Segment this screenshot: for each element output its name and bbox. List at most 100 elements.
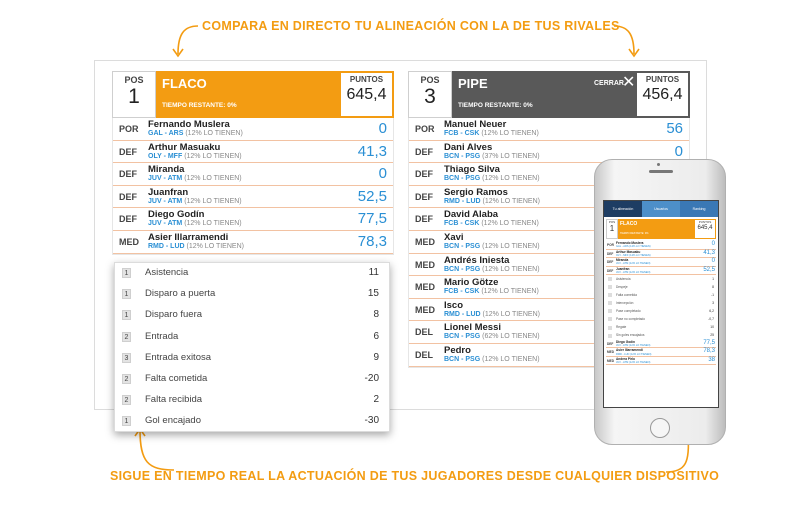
phone-stats-list: Asistencia 1 Despeje 8 Falta cometida -1 Inter… <box>604 275 718 340</box>
player-match-teams: BCN - PSG <box>444 152 481 160</box>
tab-tu-alineacion[interactable]: Tu alineación <box>604 201 642 217</box>
player-subline: GAL - ARS (12% LO TIENEN) <box>148 130 243 137</box>
phone-player-row[interactable]: DEF Arthur Masuaku OLY - MFF (12% LO TIENE… <box>606 249 716 258</box>
player-subline: FCB - CSK (12% LO TIENEN) <box>444 220 539 227</box>
player-match-teams: RMD - LUD <box>148 242 185 250</box>
phone-stat-name: Pase completado <box>616 308 641 313</box>
tab-ranking[interactable]: Ranking <box>680 201 718 217</box>
player-row[interactable]: DEF Diego Godín JUV - ATM (12% LO TIENEN) 7… <box>113 208 393 231</box>
player-position: DEF <box>119 146 137 157</box>
player-match-teams: JUV - ATM <box>148 197 183 205</box>
position-number: 3 <box>424 85 436 108</box>
time-remaining: TIEMPO RESTANTE: 0% <box>162 102 237 109</box>
player-position: DEF <box>415 169 433 180</box>
phone-player-row[interactable]: DEF Diego Godín JUV - ATM (12% LO TIENEN) 7… <box>606 340 716 349</box>
player-row[interactable]: POR Fernando Muslera GAL - ARS (12% LO TIE… <box>113 118 393 141</box>
player-points: 78,3 <box>357 232 387 250</box>
close-icon[interactable]: ✕ <box>622 75 635 91</box>
player-ownership: (12% LO TIENEN) <box>186 242 244 250</box>
phone-stat-row: Pase no completado -0,7 <box>606 315 716 323</box>
phone-stat-row: Asistencia 1 <box>606 275 716 283</box>
phone-stat-quantity-box <box>608 285 612 290</box>
points-label: PUNTOS <box>349 75 384 84</box>
player-match-teams: BCN - PSG <box>444 333 481 341</box>
player-row[interactable]: DEF Miranda JUV - ATM (12% LO TIENEN) 0 <box>113 163 393 186</box>
stat-value: 2 <box>373 394 379 406</box>
points-box: PUNTOS 456,4 <box>637 73 688 116</box>
player-match-teams: BCN - PSG <box>444 355 481 363</box>
phone-stat-quantity-box <box>608 325 612 330</box>
phone-stat-value: 10 <box>710 325 714 330</box>
player-position: MED <box>415 259 435 270</box>
stat-quantity: 1 <box>122 310 131 321</box>
camera-icon <box>657 163 660 166</box>
stat-name: Falta cometida <box>145 372 208 384</box>
player-ownership: (12% LO TIENEN) <box>184 220 242 228</box>
phone-player-points: 0 <box>711 258 715 264</box>
curved-arrow-right-icon <box>613 25 640 58</box>
player-points: 52,5 <box>357 187 387 205</box>
player-position: DEF <box>119 191 137 202</box>
player-points: 56 <box>666 120 683 137</box>
phone-player-position: DEF <box>607 260 614 264</box>
player-position: DEL <box>415 349 433 360</box>
player-name: Diego Godín <box>148 209 205 221</box>
phone-player-row[interactable]: MED Asier Illarramendi RMD - LUD (12% LO T… <box>606 348 716 357</box>
stat-quantity: 2 <box>122 395 131 406</box>
phone-player-position: MED <box>607 350 615 355</box>
stat-row: 1 Asistencia 11 <box>115 263 389 284</box>
player-subline: BCN - PSG (12% LO TIENEN) <box>444 266 540 273</box>
player-row[interactable]: POR Manuel Neuer FCB - CSK (12% LO TIENEN)… <box>409 118 689 141</box>
player-points: 0 <box>674 142 683 160</box>
phone-player-name: Arthur Masuaku <box>616 249 641 254</box>
phone-stat-value: -0,7 <box>708 316 714 321</box>
phone-stat-quantity-box <box>608 317 612 322</box>
player-position: DEF <box>415 214 433 225</box>
phone-player-row[interactable]: POR Fernando Muslera GAL - ARS (12% LO TIE… <box>606 241 716 250</box>
phone-position-box: POS 1 <box>606 219 618 239</box>
phone-stat-name: Sin goles encajados <box>616 333 645 338</box>
position-number: 1 <box>128 85 140 108</box>
player-match-teams: RMD - LUD <box>444 310 481 318</box>
phone-player-row[interactable]: DEF Miranda JUV - ATM (12% LO TIENEN) 0 <box>606 258 716 267</box>
player-row[interactable]: DEF Arthur Masuaku OLY - MFF (12% LO TIENE… <box>113 141 393 164</box>
player-ownership: (12% LO TIENEN) <box>481 130 539 137</box>
player-name: Isco <box>444 299 464 311</box>
player-match-teams: FCB - CSK <box>444 130 480 137</box>
stat-value: 15 <box>367 288 379 300</box>
home-button[interactable] <box>650 418 670 438</box>
player-subline: FCB - CSK (12% LO TIENEN) <box>444 130 539 137</box>
phone-stat-name: Pase no completado <box>616 316 646 321</box>
stat-row: 2 Entrada 6 <box>115 327 389 348</box>
player-name: Thiago Silva <box>444 164 500 176</box>
phone-tab-bar: Tu alineación Usuarios Ranking <box>604 201 718 217</box>
phone-time-remaining: TIEMPO RESTANTE: 0% <box>620 232 649 235</box>
stat-name: Disparo a puerta <box>145 288 216 300</box>
team-card-flaco: POS 1 FLACO TIEMPO RESTANTE: 0% PUNTOS 6… <box>112 71 394 255</box>
player-match-teams: BCN - PSG <box>444 265 481 273</box>
player-subline: JUV - ATM (12% LO TIENEN) <box>148 198 242 205</box>
player-match-teams: JUV - ATM <box>148 175 183 183</box>
player-points: 0 <box>378 165 387 183</box>
phone-team-bar: FLACO TIEMPO RESTANTE: 0% PUNTOS 645,4 <box>618 219 716 239</box>
tab-usuarios[interactable]: Usuarios <box>642 201 680 217</box>
player-position: MED <box>415 236 435 247</box>
phone-stat-name: Despeje <box>616 284 628 289</box>
stat-row: 2 Falta cometida -20 <box>115 369 389 390</box>
close-button[interactable]: CERRAR <box>594 80 624 87</box>
player-name: David Alaba <box>444 209 499 221</box>
phone-stat-name: Asistencia <box>616 276 631 281</box>
player-points: 41,3 <box>357 142 387 160</box>
phone-points-box: PUNTOS 645,4 <box>695 220 715 238</box>
stat-name: Entrada <box>145 330 179 342</box>
player-row[interactable]: MED Asier Illarramendi RMD - LUD (12% LO T… <box>113 231 393 254</box>
player-ownership: (12% LO TIENEN) <box>481 220 539 228</box>
player-points: 0 <box>378 120 387 137</box>
player-row[interactable]: DEF Juanfran JUV - ATM (12% LO TIENEN) 52,5 <box>113 186 393 209</box>
phone-player-list-top: POR Fernando Muslera GAL - ARS (12% LO TIE… <box>604 241 718 275</box>
phone-player-row[interactable]: MED Andrea Pirlo JUV - ATM (12% LO TIENEN)… <box>606 357 716 366</box>
phone-player-row[interactable]: DEF Juanfran JUV - ATM (12% LO TIENEN) 52,5 <box>606 267 716 275</box>
phone-player-position: DEF <box>607 251 614 256</box>
phone-stat-value: 6,2 <box>709 308 714 313</box>
player-ownership: (12% LO TIENEN) <box>184 197 242 205</box>
